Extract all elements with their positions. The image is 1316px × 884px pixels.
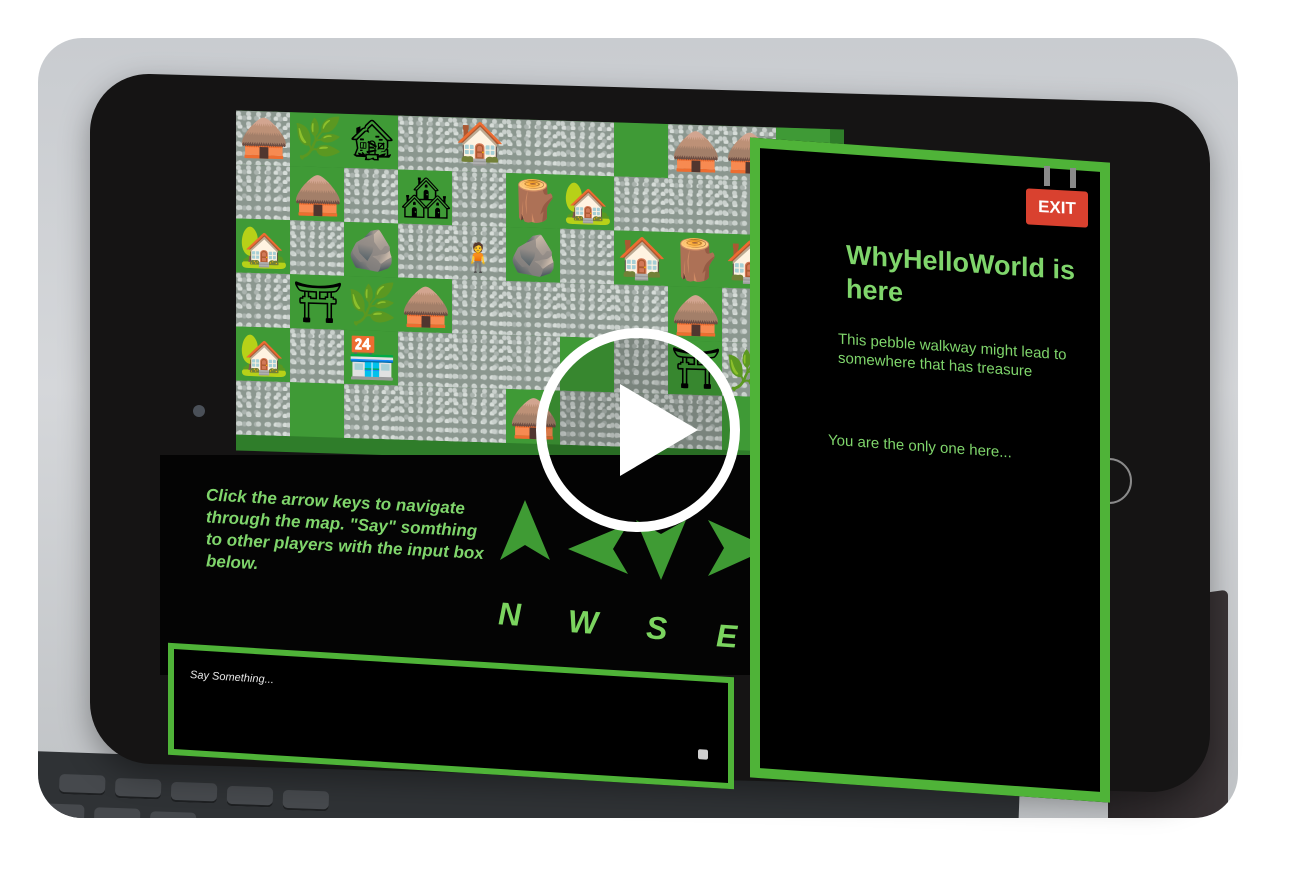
camera-icon — [193, 405, 205, 417]
hut-icon: 🛖 — [401, 283, 451, 330]
house-icon: 🏡 — [239, 332, 289, 379]
map-tile — [506, 118, 560, 175]
map-tile — [398, 223, 452, 280]
shop-icon: 🏪 — [347, 335, 397, 382]
map-tile — [560, 120, 614, 177]
map-tile — [398, 331, 452, 388]
map-tile — [560, 282, 614, 339]
sign-hook — [1044, 166, 1050, 186]
sign-hook — [1070, 168, 1076, 188]
map-tile — [452, 171, 506, 227]
keyboard-key — [114, 777, 162, 800]
map-tile — [344, 167, 398, 224]
send-icon[interactable] — [698, 749, 708, 760]
map-tile — [236, 380, 290, 437]
shrine-icon: ⛩ — [292, 280, 344, 326]
direction-south-label[interactable]: S — [646, 609, 667, 647]
house-icon: 🏡 — [563, 180, 613, 227]
stump-icon: 🪵 — [509, 179, 559, 225]
map-tile — [668, 178, 722, 234]
hut-icon: 🛖 — [239, 114, 289, 161]
map-tile — [614, 122, 668, 179]
keyboard-key — [282, 789, 330, 812]
plant-icon: 🌿 — [293, 116, 343, 162]
keyboard-key — [226, 785, 274, 808]
map-tile — [236, 164, 290, 221]
map-tile — [398, 115, 452, 172]
hut-icon: 🛖 — [293, 172, 343, 218]
rock-icon: 🪨 — [509, 233, 559, 279]
map-tile — [452, 333, 506, 389]
house-icon: 🏡 — [239, 224, 289, 271]
map-tile — [452, 279, 506, 335]
hut-icon: 🛖 — [671, 128, 721, 174]
map-tile — [506, 280, 560, 337]
instructions-text: Click the arrow keys to navigate through… — [206, 485, 484, 574]
keyboard-key — [38, 803, 85, 818]
direction-west-label[interactable]: W — [568, 603, 598, 642]
say-input[interactable] — [188, 667, 592, 707]
barn-icon: 🏘 — [400, 175, 452, 222]
map-tile — [290, 382, 344, 438]
rock-icon: 🪨 — [347, 227, 397, 274]
house-icon: 🏠 — [455, 121, 505, 167]
hut-icon: 🛖 — [671, 292, 721, 338]
house-icon: 🏠 — [617, 236, 667, 282]
map-tile — [290, 220, 344, 276]
keyboard-key — [170, 781, 218, 804]
player-character: 🧍 — [460, 241, 496, 274]
exit-button[interactable]: EXIT — [1026, 188, 1088, 228]
play-button[interactable] — [536, 328, 740, 532]
map-tile — [452, 387, 506, 443]
keyboard-key — [58, 773, 106, 796]
arrow-west-icon[interactable] — [568, 524, 628, 574]
keyboard-key — [93, 807, 141, 818]
direction-north-label[interactable]: N — [498, 595, 521, 634]
map-tile — [560, 228, 614, 285]
stump-icon: 🪵 — [671, 238, 721, 284]
house-icon: 🏚 — [346, 117, 398, 164]
play-icon — [620, 384, 698, 476]
keyboard-key — [149, 811, 197, 818]
location-panel — [750, 137, 1110, 803]
map-tile — [398, 385, 452, 442]
map-tile — [236, 272, 290, 329]
arrow-north-icon[interactable] — [500, 500, 550, 570]
map-tile — [344, 383, 398, 440]
map-tile — [290, 328, 344, 384]
map-tile — [614, 176, 668, 233]
direction-east-label[interactable]: E — [716, 617, 737, 655]
plant-icon: 🌿 — [347, 281, 397, 328]
